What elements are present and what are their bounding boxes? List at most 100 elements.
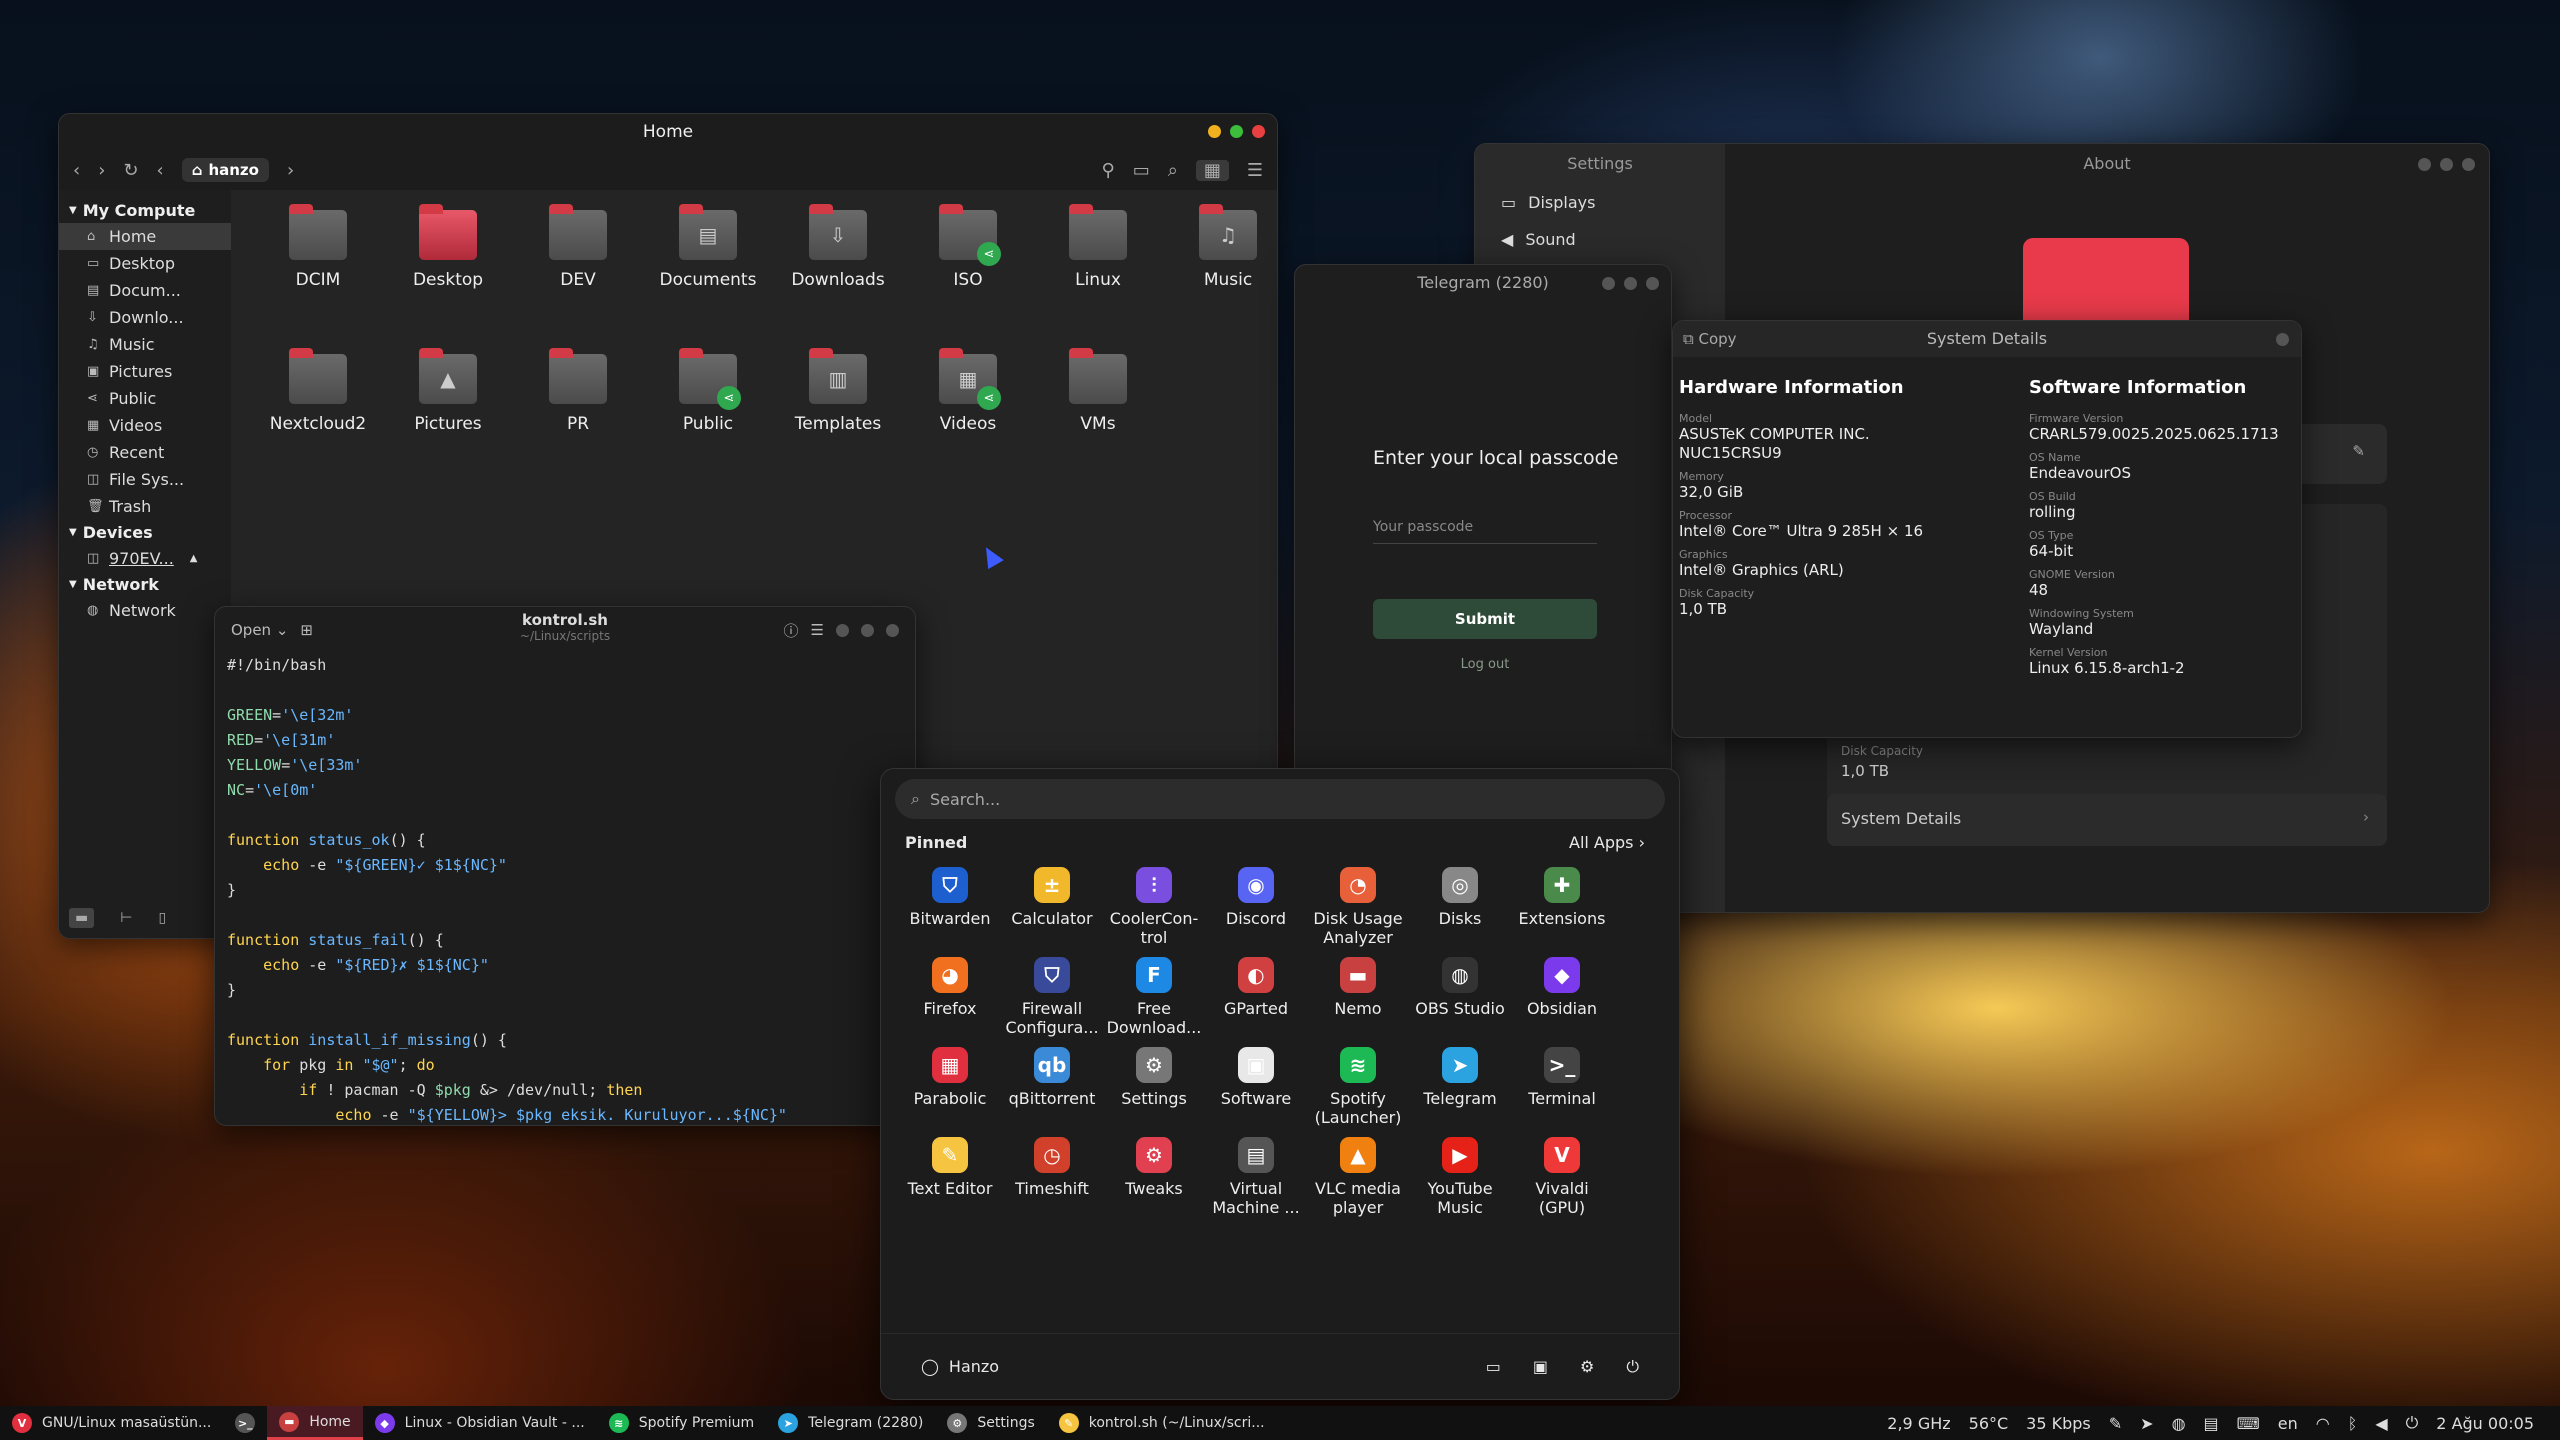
breadcrumb[interactable]: ⌂ hanzo: [181, 158, 269, 182]
app-coolercon-trol[interactable]: ⫶ CoolerCon-trol: [1103, 867, 1205, 957]
crumb-left-icon[interactable]: ‹: [157, 160, 164, 181]
app-firefox[interactable]: ◕ Firefox: [899, 957, 1001, 1047]
sidebar-item-network[interactable]: ◍ Network: [59, 597, 231, 624]
app-software[interactable]: ▣ Software: [1205, 1047, 1307, 1137]
folder-item[interactable]: ⋖ ISO: [903, 204, 1033, 354]
app-vlc-media-player[interactable]: ▲ VLC media player: [1307, 1137, 1409, 1227]
taskbar-item[interactable]: ≋ Spotify Premium: [597, 1406, 766, 1440]
app-nemo[interactable]: ▬ Nemo: [1307, 957, 1409, 1047]
app-vivaldi-gpu[interactable]: V Vivaldi (GPU): [1511, 1137, 1613, 1227]
app-gparted[interactable]: ◐ GParted: [1205, 957, 1307, 1047]
folder-icon[interactable]: ▭: [1486, 1357, 1501, 1376]
volume-icon[interactable]: ◀: [2375, 1414, 2387, 1433]
sidebar-item-music[interactable]: ♫ Music: [59, 331, 231, 358]
sidebar-item-desktop[interactable]: ▭ Desktop: [59, 250, 231, 277]
app-virtual-machine[interactable]: ▤ Virtual Machine ...: [1205, 1137, 1307, 1227]
app-timeshift[interactable]: ◷ Timeshift: [1001, 1137, 1103, 1227]
sidebar-item-trash[interactable]: 🗑 Trash: [59, 493, 231, 520]
folder-item[interactable]: PR: [513, 348, 643, 498]
folder-item[interactable]: Linux: [1033, 204, 1163, 354]
gear-icon[interactable]: ⚙: [1580, 1357, 1594, 1376]
sidebar-item-public[interactable]: ⋖ Public: [59, 385, 231, 412]
folder-item[interactable]: ▲ Pictures: [383, 348, 513, 498]
close-button[interactable]: [2462, 158, 2475, 171]
back-icon[interactable]: ‹: [73, 160, 80, 181]
minimize-button[interactable]: [1602, 277, 1615, 290]
sidebar-item-file-sys[interactable]: ◫ File Sys...: [59, 466, 231, 493]
terminal-icon[interactable]: ▭: [1133, 160, 1150, 181]
all-apps-button[interactable]: All Apps ›: [1569, 833, 1645, 852]
app-telegram[interactable]: ➤ Telegram: [1409, 1047, 1511, 1137]
sidebar-item-recent[interactable]: ◷ Recent: [59, 439, 231, 466]
app-disks[interactable]: ◎ Disks: [1409, 867, 1511, 957]
open-button[interactable]: Open ⌄: [231, 621, 288, 639]
folder-item[interactable]: ▥ Templates: [773, 348, 903, 498]
taskbar-item[interactable]: ⚙ Settings: [935, 1406, 1046, 1440]
minimize-button[interactable]: [2418, 158, 2431, 171]
folder-item[interactable]: Desktop: [383, 204, 513, 354]
edit-icon[interactable]: ✎: [2352, 442, 2365, 460]
wifi-icon[interactable]: ◠: [2316, 1414, 2330, 1433]
sidebar-toggle-icon[interactable]: ▯: [158, 910, 166, 926]
sidebar-section-my-computer[interactable]: ▼ My Compute: [59, 198, 231, 223]
location-pin-icon[interactable]: ⚲: [1102, 160, 1115, 181]
search-input[interactable]: ⌕ Search...: [895, 779, 1665, 819]
list-view-icon[interactable]: ☰: [1247, 160, 1263, 181]
taskbar-item[interactable]: ✎ kontrol.sh (~/Linux/scri...: [1047, 1406, 1277, 1440]
code-area[interactable]: #!/bin/bash GREEN='\e[32m' RED='\e[31m' …: [215, 653, 915, 1125]
sidebar-section-devices[interactable]: ▼ Devices: [59, 520, 231, 545]
folder-item[interactable]: ♫ Music: [1163, 204, 1277, 354]
sidebar-item-device[interactable]: ◫ 970EV... ▲: [59, 545, 231, 572]
app-calculator[interactable]: ± Calculator: [1001, 867, 1103, 957]
app-youtube-music[interactable]: ▶ YouTube Music: [1409, 1137, 1511, 1227]
app-settings[interactable]: ⚙ Settings: [1103, 1047, 1205, 1137]
settings-item-sound[interactable]: ◀ Sound: [1475, 221, 1725, 258]
eject-icon[interactable]: ▲: [190, 553, 198, 564]
maximize-button[interactable]: [1230, 125, 1243, 138]
app-terminal[interactable]: >_ Terminal: [1511, 1047, 1613, 1137]
places-icon[interactable]: ▬: [69, 908, 95, 928]
settings-item-displays[interactable]: ▭ Displays: [1475, 184, 1725, 221]
app-disk-usage-analyzer[interactable]: ◔ Disk Usage Analyzer: [1307, 867, 1409, 957]
power-icon[interactable]: ⏻: [2406, 1413, 2419, 1433]
grid-view-icon[interactable]: ▦: [1195, 159, 1229, 181]
close-button[interactable]: [886, 623, 899, 637]
sidebar-item-docum[interactable]: ▤ Docum...: [59, 277, 231, 304]
maximize-button[interactable]: [1624, 277, 1637, 290]
app-parabolic[interactable]: ▦ Parabolic: [899, 1047, 1001, 1137]
sidebar-item-pictures[interactable]: ▣ Pictures: [59, 358, 231, 385]
folder-item[interactable]: ⇩ Downloads: [773, 204, 903, 354]
new-tab-icon[interactable]: ⊞: [300, 621, 313, 639]
clock[interactable]: 2 Ağu 00:05: [2436, 1414, 2534, 1433]
app-obs-studio[interactable]: ◍ OBS Studio: [1409, 957, 1511, 1047]
taskbar-item[interactable]: >_: [223, 1406, 267, 1440]
tree-icon[interactable]: ⊢: [120, 910, 132, 926]
folder-item[interactable]: VMs: [1033, 348, 1163, 498]
folder-item[interactable]: ▦ ⋖ Videos: [903, 348, 1033, 498]
app-firewall-configura[interactable]: ⛉ Firewall Configura...: [1001, 957, 1103, 1047]
taskbar-item[interactable]: ▬ Home: [267, 1406, 363, 1440]
app-text-editor[interactable]: ✎ Text Editor: [899, 1137, 1001, 1227]
close-button[interactable]: [2276, 333, 2289, 346]
system-details-row[interactable]: System Details ›: [1827, 794, 2387, 846]
info-icon[interactable]: ⓘ: [784, 620, 799, 641]
taskbar-item[interactable]: ◆ Linux - Obsidian Vault - ...: [363, 1406, 597, 1440]
folder-item[interactable]: DEV: [513, 204, 643, 354]
app-bitwarden[interactable]: ⛉ Bitwarden: [899, 867, 1001, 957]
pen-icon[interactable]: ✎: [2109, 1414, 2122, 1433]
close-button[interactable]: [1252, 125, 1265, 138]
app-tweaks[interactable]: ⚙ Tweaks: [1103, 1137, 1205, 1227]
picture-icon[interactable]: ▣: [1533, 1357, 1548, 1376]
logout-link[interactable]: Log out: [1373, 657, 1597, 672]
close-button[interactable]: [1646, 277, 1659, 290]
app-extensions[interactable]: ✚ Extensions: [1511, 867, 1613, 957]
minimize-button[interactable]: [836, 623, 849, 637]
app-spotify-launcher[interactable]: ≋ Spotify (Launcher): [1307, 1047, 1409, 1137]
menu-icon[interactable]: ☰: [811, 621, 824, 639]
folder-item[interactable]: ▤ Documents: [643, 204, 773, 354]
app-obsidian[interactable]: ◆ Obsidian: [1511, 957, 1613, 1047]
app-discord[interactable]: ◉ Discord: [1205, 867, 1307, 957]
folder-item[interactable]: Nextcloud2: [253, 348, 383, 498]
sidebar-item-videos[interactable]: ▦ Videos: [59, 412, 231, 439]
telegram-tray-icon[interactable]: ➤: [2140, 1414, 2153, 1433]
